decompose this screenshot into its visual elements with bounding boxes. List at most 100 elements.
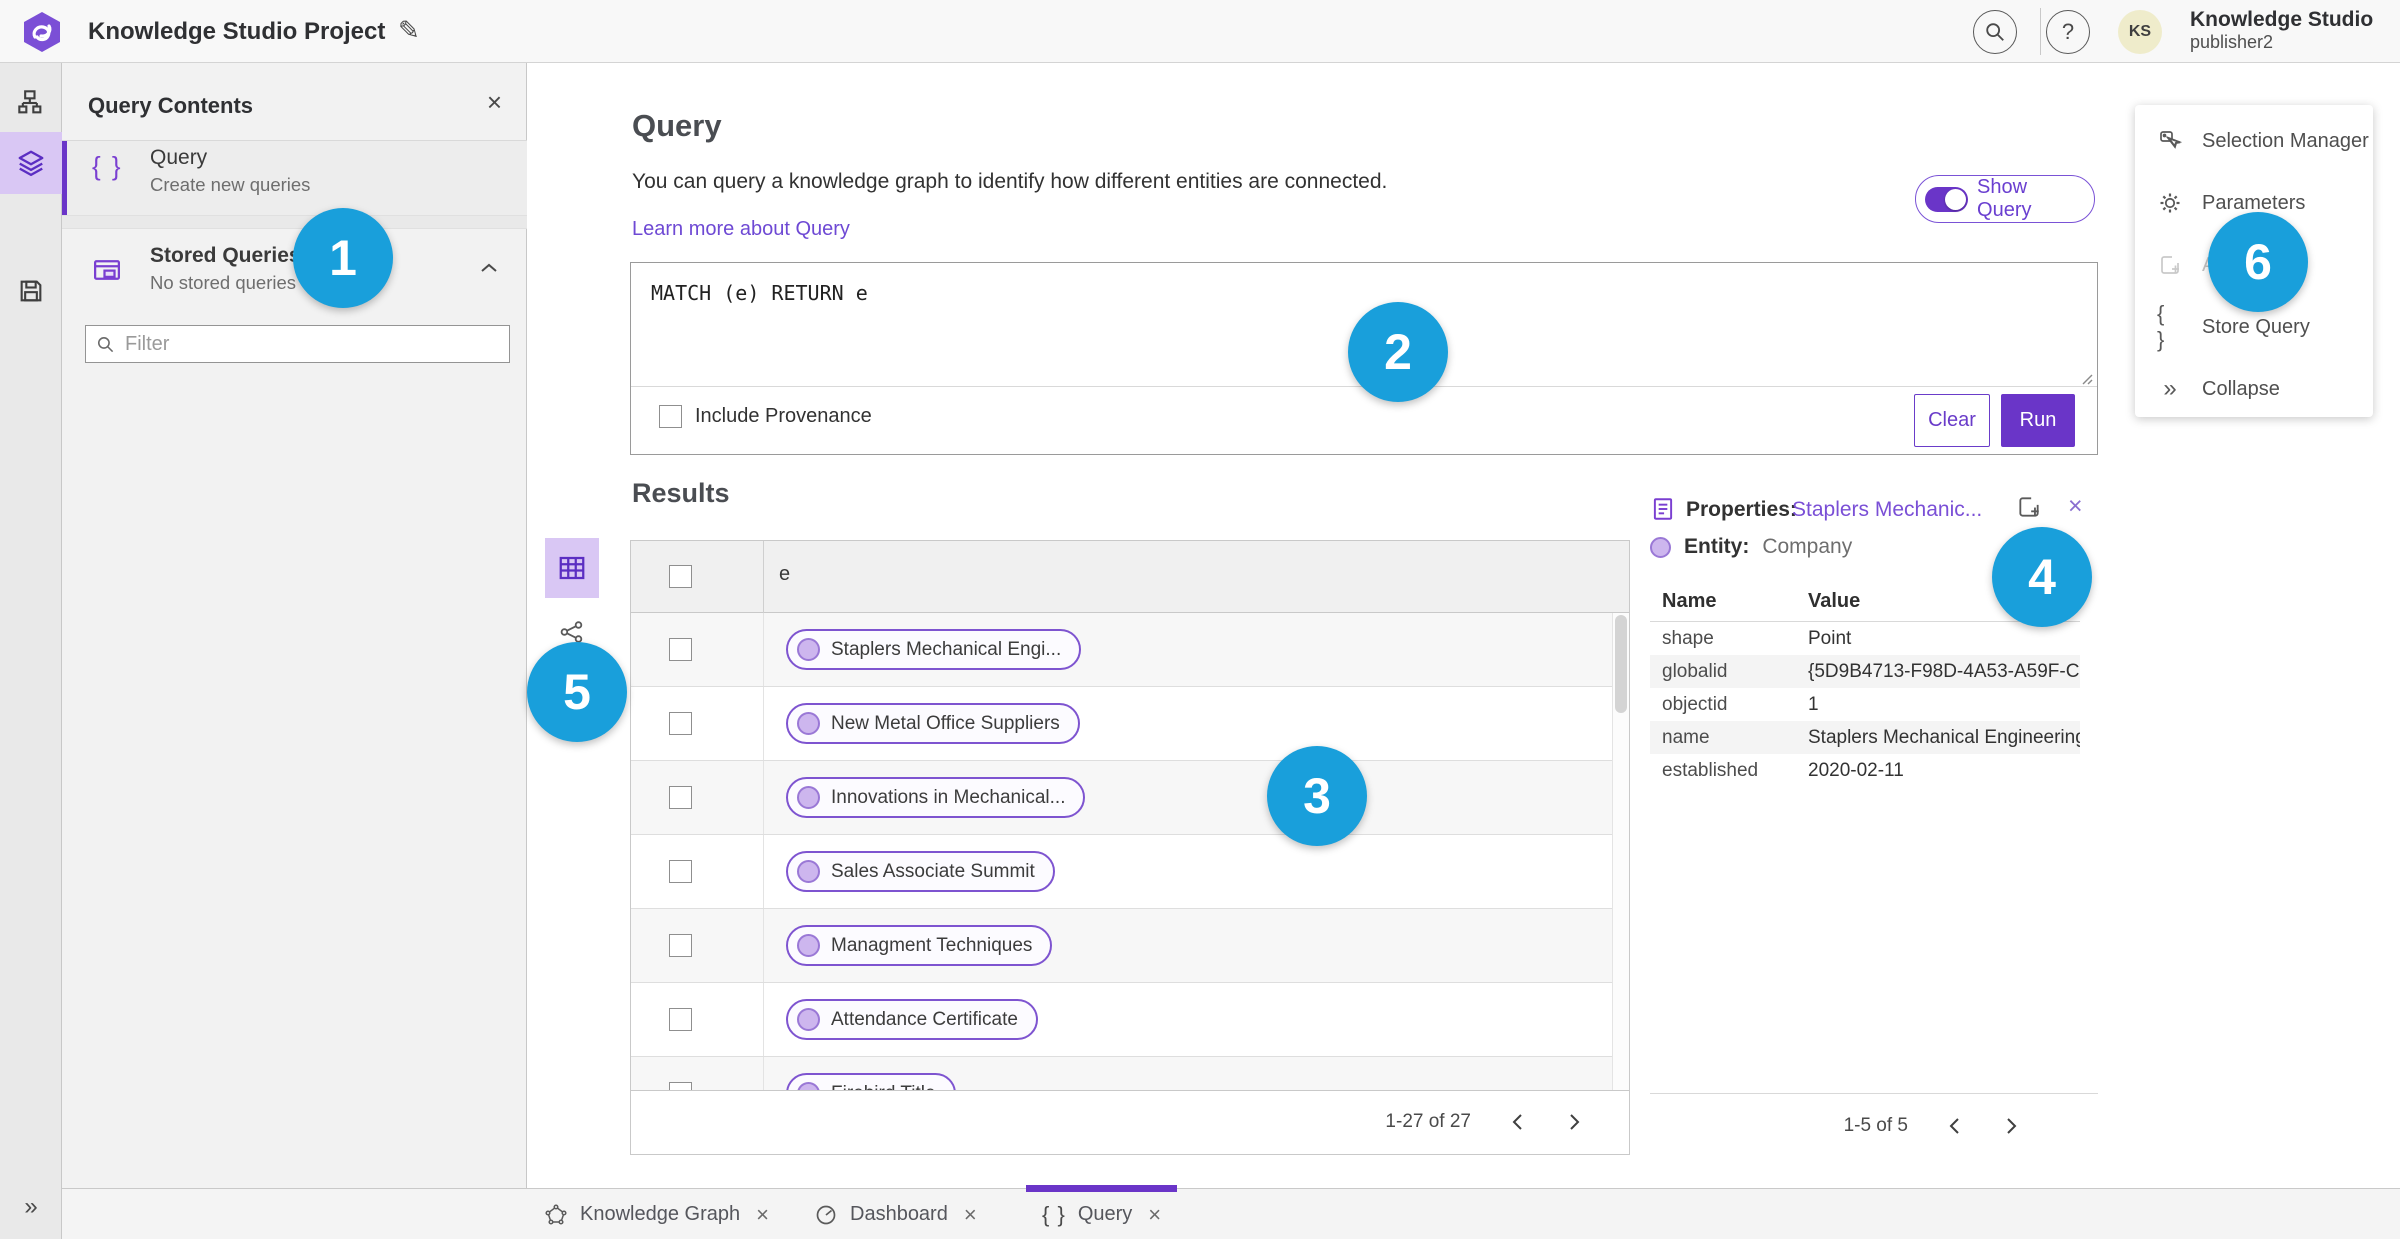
table-row: Firebird Title — [631, 1057, 1629, 1091]
top-bar: Knowledge Studio Project ✎ ? KS Knowledg… — [0, 0, 2400, 63]
help-button[interactable]: ? — [2046, 10, 2090, 54]
tab-knowledge-graph[interactable]: Knowledge Graph × — [532, 1189, 781, 1239]
property-row[interactable]: globalid {5D9B4713-F98D-4A53-A59F-C11... — [1650, 655, 2080, 688]
header-divider — [2040, 8, 2041, 55]
table-row: Managment Techniques — [631, 909, 1629, 983]
property-row[interactable]: name Staplers Mechanical Engineering — [1650, 721, 2080, 754]
stored-queries-icon — [92, 255, 122, 285]
results-table-footer: 1-27 of 27 — [631, 1090, 1629, 1154]
close-tab-icon[interactable]: × — [1148, 1202, 1161, 1228]
row-checkbox[interactable] — [669, 712, 692, 735]
annotation-badge-6: 6 — [2208, 212, 2308, 312]
expand-rail-button[interactable]: » — [0, 1193, 62, 1221]
include-provenance-checkbox[interactable] — [659, 405, 682, 428]
rail-item-layers[interactable] — [0, 132, 62, 194]
tab-query[interactable]: { } Query × — [1025, 1185, 1178, 1239]
app-logo-icon[interactable] — [22, 11, 62, 53]
row-checkbox[interactable] — [669, 934, 692, 957]
show-query-toggle[interactable]: Show Query — [1915, 175, 2095, 223]
annotation-badge-1: 1 — [293, 208, 393, 308]
curly-braces-icon: { } — [2157, 301, 2167, 352]
entity-pill[interactable]: Sales Associate Summit — [786, 851, 1055, 892]
menu-item-store-query[interactable]: { } Store Query — [2135, 301, 2373, 352]
learn-more-link[interactable]: Learn more about Query — [632, 218, 850, 241]
avatar[interactable]: KS — [2118, 10, 2162, 54]
resize-handle-icon[interactable] — [2079, 371, 2093, 385]
row-checkbox[interactable] — [669, 786, 692, 809]
clear-button[interactable]: Clear — [1914, 394, 1990, 447]
close-tab-icon[interactable]: × — [756, 1202, 769, 1228]
user-info[interactable]: Knowledge Studio publisher2 — [2190, 8, 2373, 53]
results-table-header: e — [631, 541, 1629, 613]
include-provenance-label: Include Provenance — [695, 405, 872, 427]
entity-type: Company — [1762, 535, 1853, 558]
property-row[interactable]: shape Point — [1650, 622, 2080, 655]
menu-item-selection-manager[interactable]: Selection Manager — [2135, 121, 2373, 161]
row-checkbox[interactable] — [669, 638, 692, 661]
section-divider — [62, 215, 527, 229]
table-scrollbar[interactable] — [1612, 613, 1629, 1091]
table-row: Attendance Certificate — [631, 983, 1629, 1057]
view-tab-bar: Knowledge Graph × Dashboard × { } Query … — [62, 1185, 2400, 1239]
query-contents-panel: Query Contents × { } Query Create new qu… — [62, 63, 527, 1188]
query-description: You can query a knowledge graph to ident… — [632, 170, 1388, 193]
chevron-right-icon[interactable] — [2002, 1116, 2020, 1136]
edit-title-icon[interactable]: ✎ — [398, 0, 420, 63]
results-table-body: Staplers Mechanical Engi... New Metal Of… — [631, 613, 1629, 1091]
add-to-map-icon[interactable] — [2016, 494, 2042, 520]
close-properties-icon[interactable]: × — [2068, 492, 2083, 521]
scrollbar-thumb[interactable] — [1615, 615, 1627, 713]
toggle-knob — [1945, 188, 1967, 210]
curly-braces-icon: { } — [1042, 1201, 1066, 1227]
layers-icon — [18, 150, 44, 177]
properties-label: Properties: — [1686, 498, 1797, 521]
table-row: Innovations in Mechanical... — [631, 761, 1629, 835]
chevron-left-icon[interactable] — [1946, 1116, 1964, 1136]
rail-item-save[interactable] — [0, 261, 62, 321]
results-pagination-text: 1-27 of 27 — [1385, 1111, 1471, 1132]
question-icon: ? — [2061, 19, 2075, 44]
row-checkbox[interactable] — [669, 860, 692, 883]
table-row: Staplers Mechanical Engi... — [631, 613, 1629, 687]
properties-icon — [1650, 496, 1676, 522]
row-checkbox[interactable] — [669, 1008, 692, 1031]
annotation-badge-3: 3 — [1267, 746, 1367, 846]
props-col-name: Name — [1662, 590, 1717, 612]
entity-dot-icon — [797, 786, 820, 809]
query-textarea[interactable]: MATCH (e) RETURN e — [651, 281, 868, 305]
menu-item-collapse[interactable]: » Collapse — [2135, 369, 2373, 409]
user-name: Knowledge Studio — [2190, 8, 2374, 31]
properties-pagination-text: 1-5 of 5 — [1843, 1115, 1908, 1136]
property-row[interactable]: established 2020-02-11 — [1650, 754, 2080, 787]
filter-input[interactable] — [125, 332, 499, 356]
curly-braces-icon: { } — [92, 151, 123, 181]
run-button[interactable]: Run — [2001, 394, 2075, 447]
entity-pill[interactable]: New Metal Office Suppliers — [786, 703, 1080, 744]
results-heading: Results — [632, 478, 730, 508]
entity-pill[interactable]: Innovations in Mechanical... — [786, 777, 1086, 818]
search-icon — [97, 336, 114, 352]
rail-item-catalog[interactable] — [0, 73, 62, 133]
close-tab-icon[interactable]: × — [964, 1202, 977, 1228]
close-panel-icon[interactable]: × — [487, 87, 502, 118]
entity-pill[interactable]: Managment Techniques — [786, 925, 1053, 966]
chevron-right-icon[interactable] — [1565, 1112, 1583, 1132]
entity-pill[interactable]: Staplers Mechanical Engi... — [786, 629, 1082, 670]
property-row[interactable]: objectid 1 — [1650, 688, 2080, 721]
entity-pill[interactable]: Attendance Certificate — [786, 999, 1038, 1040]
add-to-map-icon — [2157, 253, 2183, 277]
properties-target-link[interactable]: Staplers Mechanic... — [1792, 498, 1982, 522]
search-button[interactable] — [1973, 10, 2017, 54]
chevron-up-icon[interactable] — [479, 261, 499, 275]
table-view-button[interactable] — [545, 538, 599, 598]
selection-manager-icon — [2157, 129, 2183, 153]
chevron-left-icon[interactable] — [1509, 1112, 1527, 1132]
annotation-badge-2: 2 — [1348, 302, 1448, 402]
entity-pill[interactable]: Firebird Title — [786, 1073, 956, 1091]
contents-item-query[interactable]: { } Query Create new queries — [62, 141, 527, 215]
tab-dashboard[interactable]: Dashboard × — [802, 1189, 989, 1239]
entity-dot-icon — [797, 934, 820, 957]
filter-field[interactable] — [85, 325, 510, 363]
select-all-checkbox[interactable] — [669, 565, 692, 588]
link-chart-icon — [560, 621, 583, 643]
